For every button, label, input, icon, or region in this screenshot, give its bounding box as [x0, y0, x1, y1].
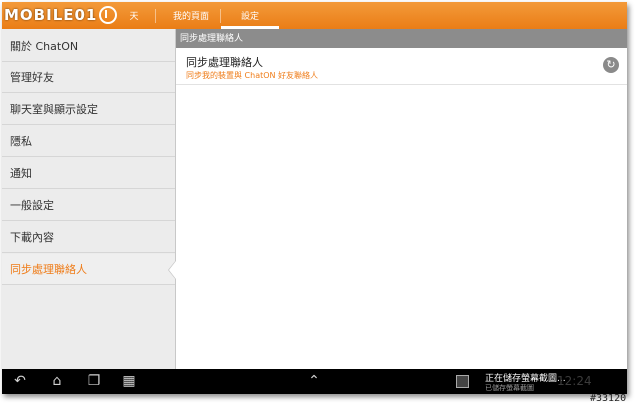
sidebar-item-chat-display-settings[interactable]: 聊天室與顯示設定 [2, 94, 175, 125]
logo-text: MOBILE01 [4, 6, 98, 24]
logo-mark-icon [99, 6, 118, 24]
sidebar-item-notifications[interactable]: 通知 [2, 158, 175, 189]
sidebar-item-sync-contacts[interactable]: 同步處理聯絡人 [2, 254, 176, 285]
sync-contacts-row[interactable]: 同步處理聯絡人 同步我的裝置與 ChatON 好友聯絡人 ↻ [176, 48, 627, 85]
sync-icon[interactable]: ↻ [603, 57, 619, 73]
sidebar-item-privacy[interactable]: 隱私 [2, 126, 175, 157]
image-watermark: #33120 [590, 393, 627, 404]
tab-settings[interactable]: 設定 [221, 2, 279, 29]
sidebar-item-manage-friends[interactable]: 管理好友 [2, 62, 175, 93]
setting-description: 同步我的裝置與 ChatON 好友聯絡人 [186, 71, 319, 80]
sidebar-item-label: 隱私 [10, 135, 32, 148]
image-icon [456, 375, 469, 388]
section-title: 同步處理聯絡人 [180, 34, 244, 44]
sidebar-item-downloads[interactable]: 下載內容 [2, 222, 175, 253]
notification-area[interactable]: 正在儲存螢幕截圖... 已儲存螢幕截圖 12:24 [452, 369, 627, 394]
tab-bar: MOBILE01 天 我的頁面 設定 [2, 2, 627, 29]
tab-chats[interactable]: 天 [122, 2, 146, 29]
screenshot-icon[interactable]: ▦ [117, 371, 141, 392]
recent-apps-icon[interactable]: ❐ [82, 371, 106, 392]
sidebar-item-label: 管理好友 [10, 71, 54, 84]
tab-label: 設定 [240, 12, 259, 22]
setting-title: 同步處理聯絡人 [186, 56, 263, 69]
sidebar-item-label: 下載內容 [10, 231, 54, 244]
status-clock: 12:24 [557, 374, 592, 388]
settings-detail-panel: 同步處理聯絡人 同步處理聯絡人 同步我的裝置與 ChatON 好友聯絡人 ↻ [176, 29, 627, 369]
sidebar-item-label: 通知 [10, 167, 32, 180]
sidebar-item-label: 聊天室與顯示設定 [10, 103, 98, 116]
sidebar-item-label: 關於 ChatON [10, 40, 79, 53]
sidebar-item-label: 同步處理聯絡人 [10, 263, 87, 276]
expand-up-icon[interactable]: ⌃ [302, 371, 326, 392]
back-icon[interactable]: ↶ [8, 371, 32, 392]
app-window: MOBILE01 天 我的頁面 設定 關於 ChatON 管理好友 聊天室與顯示… [2, 2, 627, 394]
mobile01-logo: MOBILE01 [4, 5, 118, 25]
system-nav-bar: ↶ ⌂ ❐ ▦ ⌃ 正在儲存螢幕截圖... 已儲存螢幕截圖 12:24 [2, 369, 627, 394]
section-header: 同步處理聯絡人 [176, 29, 627, 48]
tab-my-page[interactable]: 我的頁面 [162, 2, 220, 29]
notification-subtitle: 已儲存螢幕截圖 [485, 384, 534, 392]
sidebar-item-label: 一般設定 [10, 199, 54, 212]
tab-label: 我的頁面 [172, 12, 209, 22]
sidebar-item-about-chaton[interactable]: 關於 ChatON [2, 31, 175, 62]
tab-label: 天 [129, 12, 139, 22]
tab-divider [155, 9, 156, 23]
home-icon[interactable]: ⌂ [45, 371, 69, 392]
settings-sidebar: 關於 ChatON 管理好友 聊天室與顯示設定 隱私 通知 一般設定 下載內容 … [2, 29, 176, 369]
sidebar-item-general-settings[interactable]: 一般設定 [2, 190, 175, 221]
